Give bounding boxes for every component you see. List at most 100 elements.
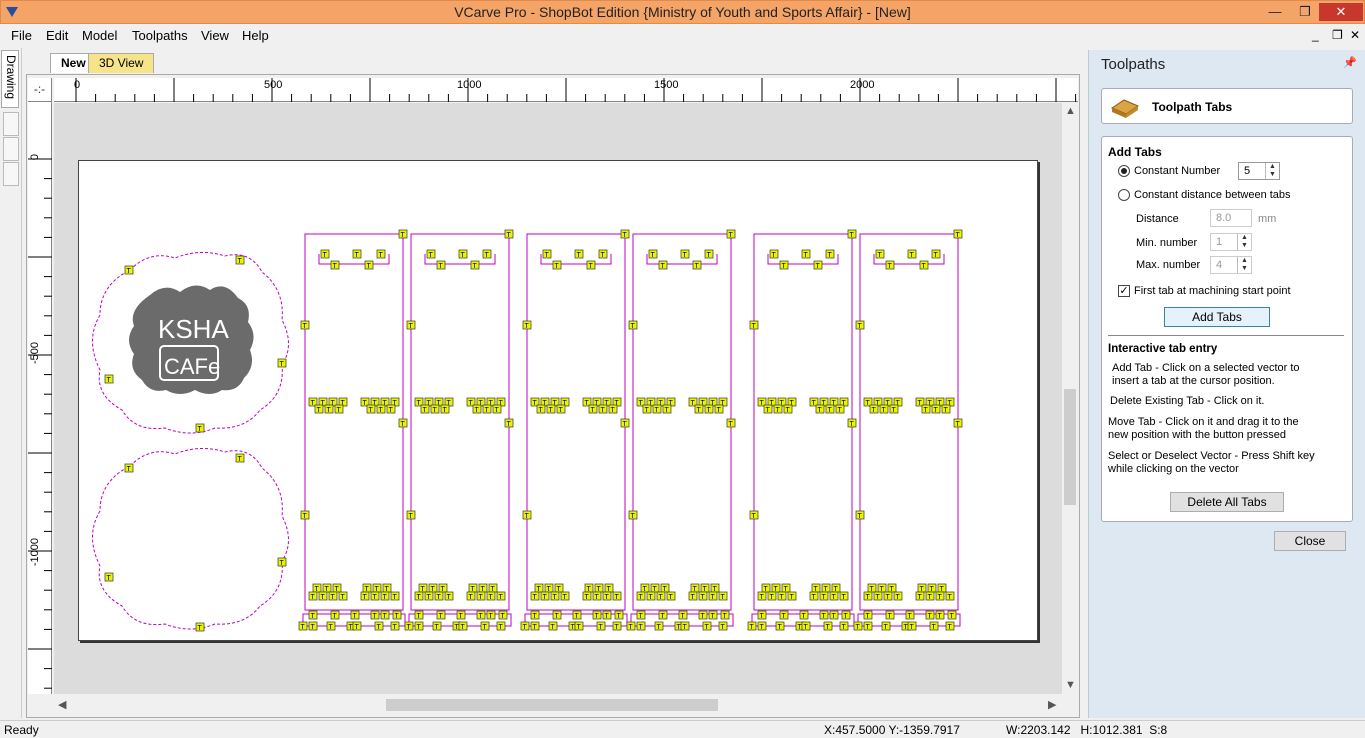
tab-marker[interactable]: T	[704, 404, 714, 414]
tab-marker[interactable]: T	[398, 229, 408, 239]
add-tabs-button[interactable]: Add Tabs	[1164, 307, 1270, 327]
tab-marker[interactable]: T	[680, 621, 690, 631]
tab-marker[interactable]: T	[919, 260, 929, 270]
tab-marker[interactable]: T	[436, 260, 446, 270]
tab-marker[interactable]: T	[404, 621, 414, 631]
tab-marker[interactable]: T	[536, 404, 546, 414]
tab-marker[interactable]: T	[458, 249, 468, 259]
tab-marker[interactable]: T	[426, 249, 436, 259]
tab-marker[interactable]: T	[893, 591, 903, 601]
tab-marker[interactable]: T	[390, 591, 400, 601]
tab-marker[interactable]: T	[953, 418, 963, 428]
constant-number-radio[interactable]	[1118, 165, 1130, 177]
tab-marker[interactable]: T	[767, 591, 777, 601]
tab-marker[interactable]: T	[366, 404, 376, 414]
tab-marker[interactable]: T	[819, 610, 829, 620]
tab-marker[interactable]: T	[648, 249, 658, 259]
tab-marker[interactable]: T	[398, 418, 408, 428]
tab-marker[interactable]: T	[482, 404, 492, 414]
tab-marker[interactable]: T	[530, 610, 540, 620]
tab-marker[interactable]: T	[486, 610, 496, 620]
tab-marker[interactable]: T	[915, 591, 925, 601]
tab-marker[interactable]: T	[825, 404, 835, 414]
tab-marker[interactable]: T	[885, 610, 895, 620]
tab-marker[interactable]: T	[883, 591, 893, 601]
tab-marker[interactable]: T	[406, 320, 416, 330]
flower-vector-bottom[interactable]	[92, 448, 289, 630]
tab-marker[interactable]: T	[440, 404, 450, 414]
tab-marker[interactable]: T	[308, 591, 318, 601]
delete-all-tabs-button[interactable]: Delete All Tabs	[1170, 492, 1284, 512]
tab-marker[interactable]: T	[708, 610, 718, 620]
tab-marker[interactable]: T	[414, 621, 424, 631]
tab-marker[interactable]: T	[658, 610, 668, 620]
tab-marker[interactable]: T	[885, 260, 895, 270]
tab-marker[interactable]: T	[829, 591, 839, 601]
tab-marker[interactable]: T	[835, 404, 845, 414]
tab-marker[interactable]: T	[875, 249, 885, 259]
constant-number-spinner[interactable]: 5 ▲ ▼	[1238, 162, 1280, 180]
tab-marker[interactable]: T	[825, 249, 835, 259]
tab-marker[interactable]: T	[698, 610, 708, 620]
tab-marker[interactable]: T	[777, 591, 787, 601]
tab-marker[interactable]: T	[314, 404, 324, 414]
tab-marker[interactable]: T	[953, 229, 963, 239]
tab-marker[interactable]: T	[813, 260, 823, 270]
scroll-left-arrow-icon[interactable]: ◀	[58, 698, 66, 711]
tab-marker[interactable]: T	[195, 622, 205, 632]
tab-marker[interactable]: T	[390, 621, 400, 631]
tab-marker[interactable]: T	[550, 591, 560, 601]
tab-marker[interactable]: T	[300, 510, 310, 520]
tab-marker[interactable]: T	[839, 621, 849, 631]
scroll-right-arrow-icon[interactable]: ▶	[1048, 698, 1056, 711]
tab-marker[interactable]: T	[608, 404, 618, 414]
mdi-restore-button[interactable]: ❐	[1332, 28, 1343, 42]
tab-marker[interactable]: T	[104, 374, 114, 384]
tab-marker[interactable]: T	[466, 591, 476, 601]
tab-marker[interactable]: T	[350, 610, 360, 620]
tab-marker[interactable]: T	[656, 591, 666, 601]
tab-marker[interactable]: T	[392, 610, 402, 620]
tab-marker[interactable]: T	[847, 229, 857, 239]
tab-marker[interactable]: T	[496, 621, 506, 631]
tab-marker[interactable]: T	[598, 249, 608, 259]
tab-marker[interactable]: T	[935, 610, 945, 620]
tab-marker[interactable]: T	[430, 404, 440, 414]
vector-layer[interactable]: KSHA CAFe TTTTT T TT TT T T T T T T TT T T T T TT T T T T TT…	[0, 0, 1062, 694]
tab-marker[interactable]: T	[104, 572, 114, 582]
tab-marker[interactable]: T	[925, 591, 935, 601]
distance-input[interactable]: 8.0	[1210, 209, 1252, 227]
tab-marker[interactable]: T	[235, 255, 245, 265]
tab-marker[interactable]: T	[889, 404, 899, 414]
spin-arrows-icon[interactable]: ▲ ▼	[1237, 234, 1251, 250]
tab-marker[interactable]: T	[574, 249, 584, 259]
tab-marker[interactable]: T	[662, 404, 672, 414]
tab-marker[interactable]: T	[376, 249, 386, 259]
tab-marker[interactable]: T	[300, 320, 310, 330]
tab-marker[interactable]: T	[572, 610, 582, 620]
tab-marker[interactable]: T	[863, 591, 873, 601]
tab-marker[interactable]: T	[787, 591, 797, 601]
tab-marker[interactable]: T	[666, 591, 676, 601]
tab-marker[interactable]: T	[779, 260, 789, 270]
tab-marker[interactable]: T	[636, 591, 646, 601]
vertical-scroll-thumb[interactable]	[1064, 389, 1076, 505]
tab-marker[interactable]: T	[364, 260, 374, 270]
restore-button[interactable]: ❐	[1291, 3, 1319, 21]
tab-marker[interactable]: T	[504, 229, 514, 239]
tab-marker[interactable]: T	[775, 621, 785, 631]
tab-marker[interactable]: T	[598, 404, 608, 414]
tab-marker[interactable]: T	[548, 621, 558, 631]
tab-marker[interactable]: T	[620, 418, 630, 428]
tab-marker[interactable]: T	[879, 404, 889, 414]
tab-marker[interactable]: T	[945, 591, 955, 601]
tab-marker[interactable]: T	[749, 320, 759, 330]
tab-marker[interactable]: T	[708, 591, 718, 601]
tab-marker[interactable]: T	[726, 418, 736, 428]
tab-marker[interactable]: T	[424, 591, 434, 601]
tab-marker[interactable]: T	[678, 610, 688, 620]
tab-marker[interactable]: T	[602, 610, 612, 620]
tab-marker[interactable]: T	[654, 621, 664, 631]
tab-marker[interactable]: T	[574, 621, 584, 631]
minimize-button[interactable]: —	[1261, 3, 1289, 21]
